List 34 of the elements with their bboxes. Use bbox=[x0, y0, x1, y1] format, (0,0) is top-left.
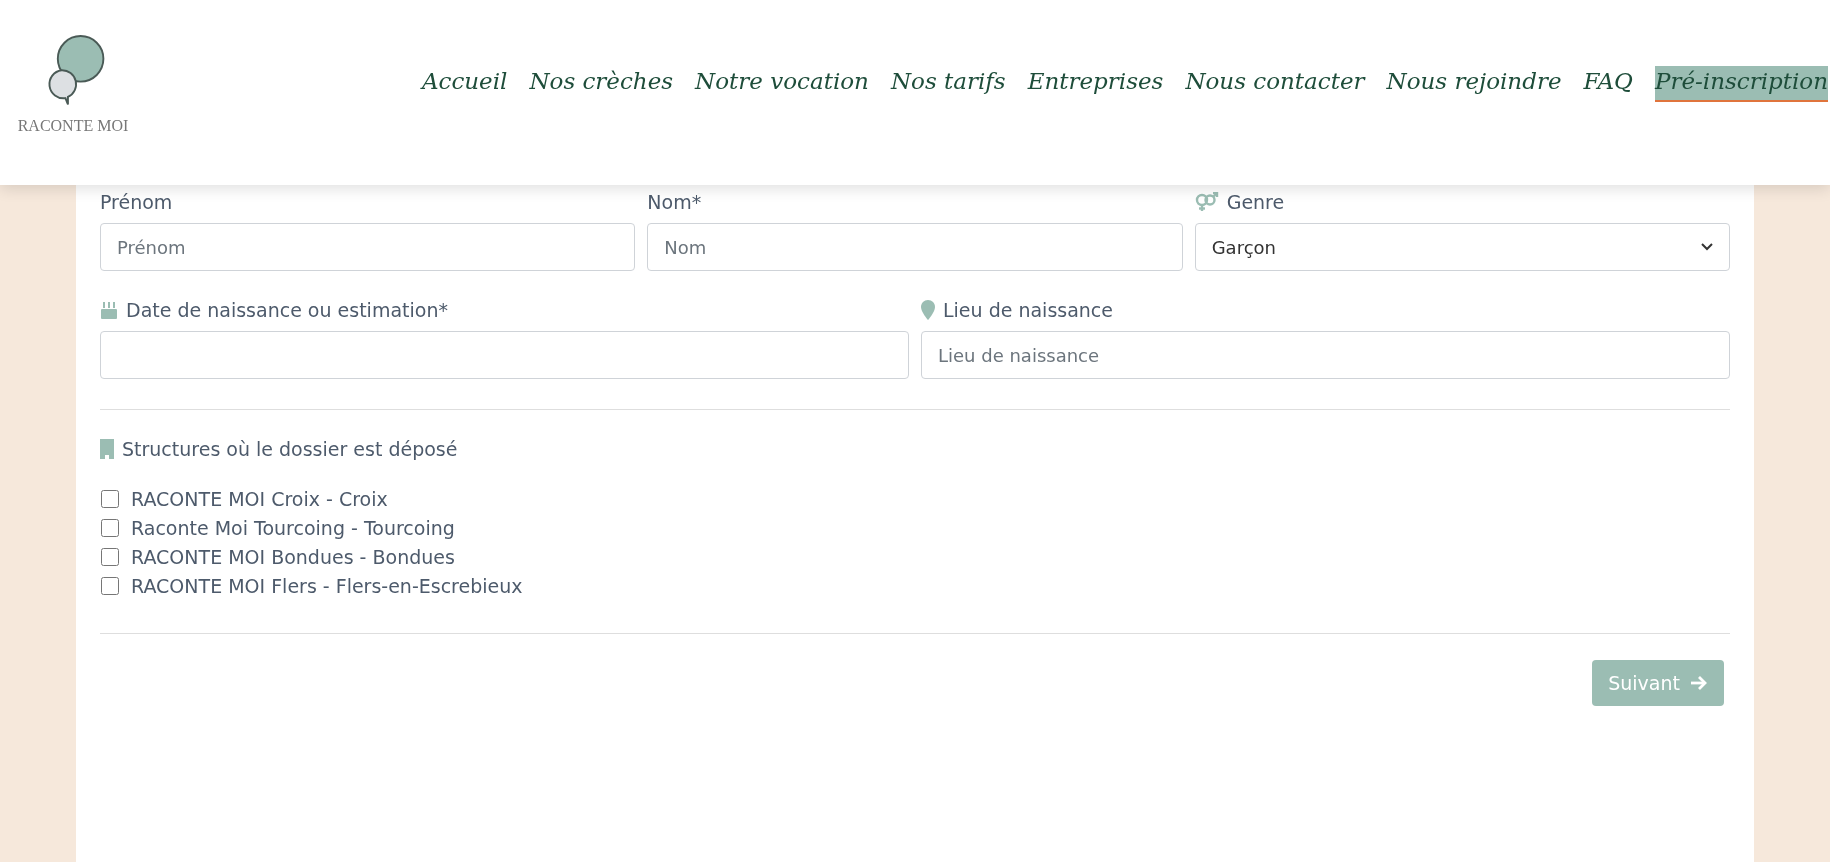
gender-icon bbox=[1194, 192, 1219, 212]
field-label: Nom* bbox=[647, 191, 702, 213]
nav-link[interactable]: Nos tarifs bbox=[890, 65, 1006, 102]
arrow-right-icon bbox=[1690, 675, 1708, 691]
nav-link[interactable]: Nous contacter bbox=[1185, 65, 1365, 102]
nav-link[interactable]: Notre vocation bbox=[695, 65, 869, 102]
checkbox[interactable] bbox=[101, 519, 119, 537]
checkbox[interactable] bbox=[101, 490, 119, 508]
field-label: Lieu de naissance bbox=[943, 299, 1113, 321]
checkbox[interactable] bbox=[101, 548, 119, 566]
nav-link[interactable]: Entreprises bbox=[1027, 65, 1164, 102]
text-field[interactable]: Prénom bbox=[100, 223, 636, 271]
field-label: Date de naissance ou estimation* bbox=[126, 299, 448, 321]
checkbox-label: RACONTE MOI Croix - Croix bbox=[131, 488, 388, 510]
chevron-down-icon bbox=[1701, 243, 1713, 251]
nav-link[interactable]: Nous rejoindre bbox=[1386, 65, 1562, 102]
logo-text: RACONTE MOI bbox=[17, 116, 129, 135]
gender-select[interactable]: Garçon bbox=[1194, 223, 1730, 271]
checkbox-label: RACONTE MOI Flers - Flers-en-Escrebieux bbox=[131, 575, 523, 597]
nav-link[interactable]: FAQ bbox=[1583, 65, 1633, 102]
checkbox-label: Raconte Moi Tourcoing - Tourcoing bbox=[131, 517, 455, 539]
cake-icon bbox=[100, 300, 118, 320]
field-label: Genre bbox=[1226, 191, 1285, 213]
location-pin-icon bbox=[921, 300, 935, 320]
text-field[interactable]: Nom bbox=[647, 223, 1183, 271]
field-label: Prénom bbox=[100, 191, 173, 213]
checkbox-label: RACONTE MOI Bondues - Bondues bbox=[131, 546, 455, 568]
nav-link[interactable]: Accueil bbox=[421, 65, 508, 102]
text-field[interactable]: Lieu de naissance bbox=[921, 331, 1730, 379]
section-label: Structures où le dossier est déposé bbox=[122, 438, 458, 460]
nav-link[interactable]: Nos crèches bbox=[529, 65, 674, 102]
text-field[interactable] bbox=[100, 331, 909, 379]
checkbox[interactable] bbox=[101, 577, 119, 595]
building-icon bbox=[100, 439, 114, 459]
